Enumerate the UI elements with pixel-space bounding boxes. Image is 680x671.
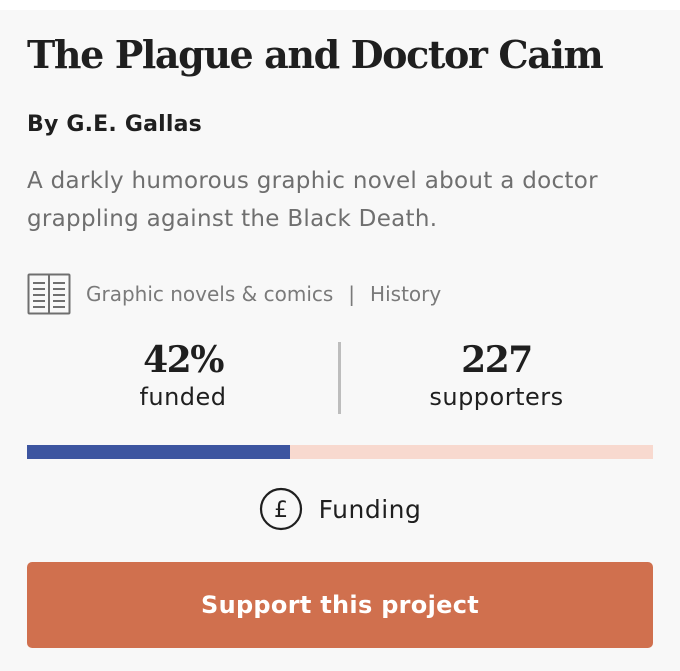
- funded-stat: 42% funded: [27, 338, 339, 412]
- project-description: A darkly humorous graphic novel about a …: [27, 168, 598, 232]
- category-link[interactable]: Graphic novels & comics: [86, 282, 333, 306]
- stats-row: 42% funded 227 supporters: [27, 338, 653, 418]
- book-icon: [27, 273, 71, 315]
- subcategory-link[interactable]: History: [370, 282, 441, 306]
- supporters-label: supporters: [429, 383, 564, 411]
- category-row: Graphic novels & comics | History: [27, 272, 441, 316]
- funded-percentage: 42%: [143, 339, 224, 381]
- project-title: The Plague and Doctor Caim: [27, 32, 604, 77]
- funded-label: funded: [139, 383, 227, 411]
- funding-progress-bar: [27, 445, 653, 459]
- support-project-button[interactable]: Support this project: [27, 562, 653, 648]
- project-author[interactable]: By G.E. Gallas: [27, 109, 202, 141]
- category-separator: |: [348, 282, 356, 306]
- pound-icon: £: [259, 487, 302, 531]
- funding-label: Funding: [318, 494, 422, 524]
- funding-row: £ Funding: [0, 486, 680, 532]
- supporters-stat: 227 supporters: [340, 338, 653, 412]
- svg-text:£: £: [274, 498, 288, 523]
- supporters-count: 227: [461, 339, 533, 381]
- funding-progress-fill: [27, 445, 290, 459]
